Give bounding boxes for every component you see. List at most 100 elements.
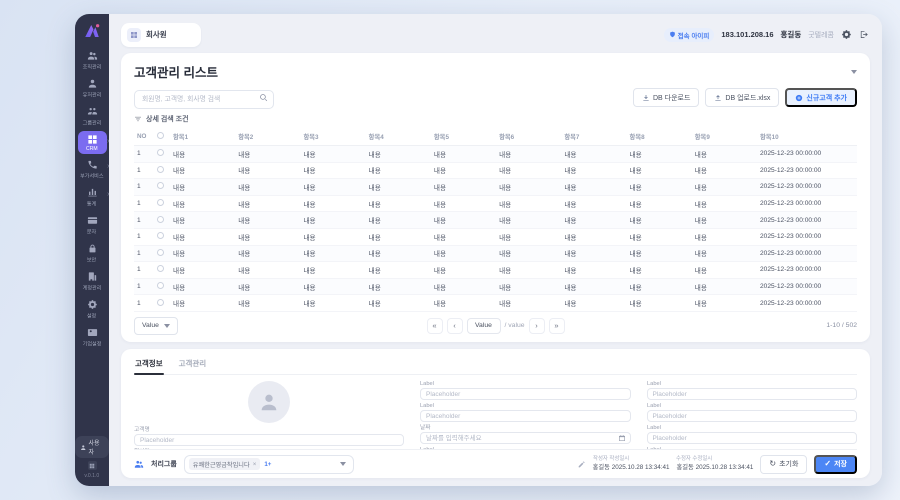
form-column-right: Label Label (647, 381, 858, 449)
edit-pencil-icon[interactable] (577, 460, 586, 469)
form-field: Label (647, 425, 858, 445)
group-icon (134, 459, 144, 469)
detail-footer: 처리그룹 유쾌한근영금착입니다 × 1+ 작성자 작성일시 홍길동 2025.1… (134, 449, 857, 478)
table-row[interactable]: 1 내용 내용 내용 내용 내용 내용 내용 내용 내용 2025-12-23 … (134, 228, 857, 245)
chip-remove-icon[interactable]: × (253, 461, 257, 468)
calendar-icon[interactable] (618, 434, 626, 442)
topbar-right: 접속 아이피 183.101.208.16 홍길동 굿텔레콤 (664, 28, 870, 42)
db-upload-button[interactable]: DB 업로드.xlsx (705, 88, 779, 107)
chevron-right-icon: › (107, 191, 109, 198)
next-page-button[interactable]: › (529, 318, 545, 334)
save-button[interactable]: ✓ 저장 (814, 455, 857, 474)
field-input[interactable] (420, 432, 631, 444)
detail-filter-toggle[interactable]: 상세 검색 조건 (134, 114, 857, 124)
field-input[interactable] (647, 410, 858, 422)
sidebar-user-label: 사용자 (89, 438, 104, 456)
row-checkbox[interactable] (157, 282, 164, 289)
chevron-down-icon (164, 324, 170, 328)
sidebar-item[interactable]: 부가서비스 › (78, 156, 107, 182)
table-row[interactable]: 1 내용 내용 내용 내용 내용 내용 내용 내용 내용 2025-12-23 … (134, 146, 857, 163)
table-row[interactable]: 1 내용 내용 내용 내용 내용 내용 내용 내용 내용 2025-12-23 … (134, 179, 857, 196)
row-checkbox[interactable] (157, 216, 164, 223)
row-checkbox[interactable] (157, 232, 164, 239)
cell-no: 1 (134, 228, 154, 245)
row-checkbox[interactable] (157, 299, 164, 306)
cell-date: 2025-12-23 00:00:00 (757, 262, 857, 279)
sidebar-user-button[interactable]: 사용자 (75, 436, 109, 458)
add-customer-button[interactable]: 신규고객 추가 (785, 88, 857, 107)
row-checkbox[interactable] (157, 249, 164, 256)
sidebar-item-icon (87, 78, 98, 89)
reset-button[interactable]: ↻ 초기화 (760, 455, 807, 474)
field-label: Label (647, 447, 847, 449)
sidebar-item-icon (87, 159, 98, 170)
user-name: 홍길동 (781, 29, 802, 40)
form-column-middle: Label Label (420, 381, 631, 449)
row-checkbox[interactable] (157, 182, 164, 189)
field-input[interactable] (134, 434, 404, 446)
sidebar-item[interactable]: 조직관리 (78, 47, 107, 73)
row-range-label: 1-10 / 502 (826, 322, 857, 329)
sidebar-item[interactable]: 기업설정 (78, 324, 107, 350)
sidebar-item-label: 조직관리 (83, 63, 102, 71)
field-input[interactable] (647, 432, 858, 444)
field-input[interactable] (420, 410, 631, 422)
sidebar-item-icon (87, 271, 98, 282)
detail-tab[interactable]: 고객정보 (134, 356, 164, 374)
sidebar-item-label: 부가서비스 (80, 172, 103, 180)
collapse-chevron-icon[interactable] (851, 70, 857, 74)
cell-no: 1 (134, 212, 154, 229)
page-size-select[interactable]: Value (134, 317, 178, 335)
col-checkbox (154, 128, 170, 146)
chevron-right-icon: › (107, 163, 109, 170)
sidebar-item[interactable]: 보안 (78, 240, 107, 266)
table-footer: Value « ‹ Value / value › » 1-10 / 502 (134, 317, 857, 335)
sidebar-item[interactable]: 유저관리 (78, 75, 107, 101)
sidebar-item[interactable]: 그룹관리 (78, 103, 107, 129)
cell-no: 1 (134, 179, 154, 196)
detail-tab[interactable]: 고객관리 (178, 356, 208, 374)
search-input[interactable] (134, 90, 274, 109)
table-row[interactable]: 1 내용 내용 내용 내용 내용 내용 내용 내용 내용 2025-12-23 … (134, 195, 857, 212)
sidebar-item-icon (87, 50, 98, 61)
table-row[interactable]: 1 내용 내용 내용 내용 내용 내용 내용 내용 내용 2025-12-23 … (134, 162, 857, 179)
page-tab[interactable]: 회사원 (121, 23, 201, 47)
row-checkbox[interactable] (157, 149, 164, 156)
settings-gear-icon[interactable] (841, 29, 852, 40)
table-row[interactable]: 1 내용 내용 내용 내용 내용 내용 내용 내용 내용 2025-12-23 … (134, 278, 857, 295)
table-row[interactable]: 1 내용 내용 내용 내용 내용 내용 내용 내용 내용 2025-12-23 … (134, 245, 857, 262)
table-row[interactable]: 1 내용 내용 내용 내용 내용 내용 내용 내용 내용 2025-12-23 … (134, 212, 857, 229)
last-page-button[interactable]: » (549, 318, 565, 334)
table-row[interactable]: 1 내용 내용 내용 내용 내용 내용 내용 내용 내용 2025-12-23 … (134, 295, 857, 312)
select-all-checkbox[interactable] (157, 132, 164, 139)
page-tab-label: 회사원 (146, 29, 167, 40)
form-field: Label (420, 381, 631, 401)
form-field: Label (647, 447, 858, 449)
col-no: NO (134, 128, 154, 146)
field-input[interactable] (647, 388, 858, 400)
search-icon[interactable] (259, 93, 268, 102)
field-input[interactable] (420, 388, 631, 400)
logout-icon[interactable] (859, 29, 870, 40)
sidebar-item-icon (87, 215, 98, 226)
sidebar-item-icon (87, 243, 98, 254)
sidebar-item-label: 통계 (87, 200, 96, 208)
sidebar-item[interactable]: 문자 (78, 212, 107, 238)
group-label: 처리그룹 (151, 459, 177, 469)
sidebar-item[interactable]: 설정 (78, 296, 107, 322)
db-download-button[interactable]: DB 다운로드 (633, 88, 699, 107)
sidebar-item-label: 보안 (87, 256, 96, 264)
sidebar-item[interactable]: 계정관리 (78, 268, 107, 294)
sidebar-item[interactable]: 통계 › (78, 184, 107, 210)
first-page-button[interactable]: « (426, 318, 442, 334)
prev-page-button[interactable]: ‹ (446, 318, 462, 334)
sidebar-item[interactable]: CRM › (78, 131, 107, 154)
cell-date: 2025-12-23 00:00:00 (757, 179, 857, 196)
updated-timestamp: 수정자 수정일시 홍길동 2025.10.28 13:34:41 (676, 456, 753, 472)
row-checkbox[interactable] (157, 166, 164, 173)
group-select[interactable]: 유쾌한근영금착입니다 × 1+ (184, 455, 354, 474)
page-number-input[interactable]: Value (466, 318, 500, 334)
row-checkbox[interactable] (157, 265, 164, 272)
table-row[interactable]: 1 내용 내용 내용 내용 내용 내용 내용 내용 내용 2025-12-23 … (134, 262, 857, 279)
row-checkbox[interactable] (157, 199, 164, 206)
